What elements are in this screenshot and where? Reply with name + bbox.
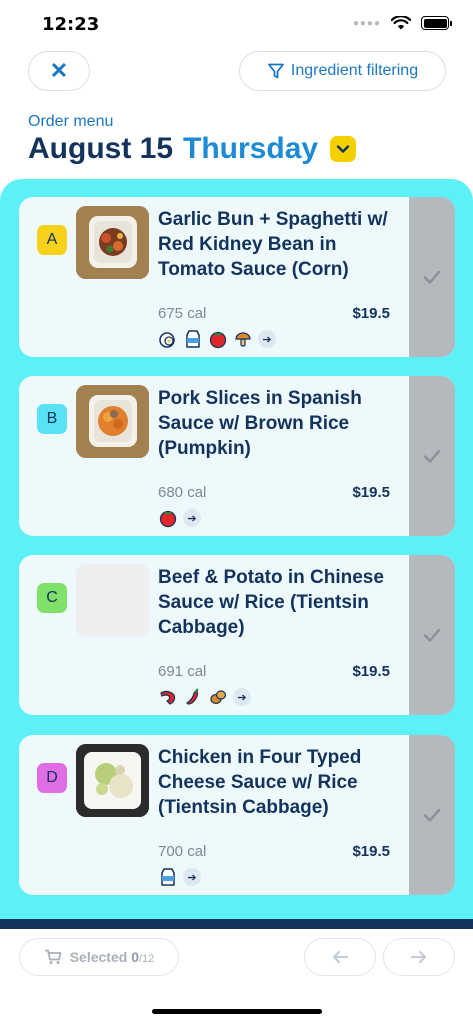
checkmark-icon bbox=[423, 808, 441, 822]
battery-icon bbox=[421, 16, 452, 30]
day-dropdown-button[interactable] bbox=[330, 136, 357, 162]
egg-icon bbox=[158, 329, 178, 349]
day-text: Thursday bbox=[183, 132, 319, 165]
ingredient-filter-button[interactable]: Ingredient filtering bbox=[239, 51, 446, 91]
date-heading: August 15 Thursday bbox=[28, 132, 357, 166]
dish-calories: 700 cal bbox=[158, 843, 207, 860]
dish-title: Beef & Potato in Chinese Sauce w/ Rice (… bbox=[158, 567, 384, 638]
menu-card-a[interactable]: A Garlic Bun + Spaghetti w/ Red Kidney B… bbox=[19, 197, 455, 357]
close-button[interactable]: ✕ bbox=[28, 51, 90, 91]
more-ingredients-button[interactable]: ➔ bbox=[183, 509, 201, 527]
arrow-right-icon bbox=[410, 950, 427, 964]
checkmark-icon bbox=[423, 628, 441, 642]
selected-count: 0 bbox=[131, 949, 139, 965]
bottom-bar: Selected 0/12 bbox=[0, 929, 473, 1024]
dish-calories: 691 cal bbox=[158, 663, 207, 680]
panel-divider bbox=[0, 919, 473, 929]
selected-total: /12 bbox=[138, 953, 155, 965]
ingredient-icons: ➔ bbox=[158, 508, 201, 528]
milk-icon bbox=[183, 329, 203, 349]
dish-photo bbox=[76, 385, 149, 458]
signal-icon: ●●●● bbox=[352, 17, 381, 29]
menu-card-d[interactable]: D Chicken in Four Typed Cheese Sauce w/ … bbox=[19, 735, 455, 895]
shrimp-icon bbox=[158, 687, 178, 707]
ingredient-icons: ➔ bbox=[158, 687, 251, 707]
selected-label: Selected bbox=[69, 949, 128, 965]
nuts-icon bbox=[208, 687, 228, 707]
dish-title: Pork Slices in Spanish Sauce w/ Brown Ri… bbox=[158, 388, 362, 459]
dish-title: Chicken in Four Typed Cheese Sauce w/ Ri… bbox=[158, 747, 362, 818]
filter-label: Ingredient filtering bbox=[290, 62, 419, 79]
chili-icon bbox=[183, 687, 203, 707]
select-dish-toggle[interactable] bbox=[409, 197, 455, 357]
dish-price: $19.5 bbox=[352, 843, 390, 860]
next-button[interactable] bbox=[383, 938, 455, 976]
selected-cart-button[interactable]: Selected 0/12 bbox=[19, 938, 179, 976]
menu-card-b[interactable]: B Pork Slices in Spanish Sauce w/ Brown … bbox=[19, 376, 455, 536]
date-text: August 15 bbox=[28, 132, 174, 165]
dish-price: $19.5 bbox=[352, 305, 390, 322]
close-icon: ✕ bbox=[49, 58, 69, 83]
menu-letter-badge: B bbox=[37, 404, 67, 434]
filter-icon bbox=[268, 63, 284, 79]
order-menu-label: Order menu bbox=[28, 113, 114, 130]
mushroom-icon bbox=[233, 329, 253, 349]
milk-icon bbox=[158, 867, 178, 887]
menu-letter-badge: C bbox=[37, 583, 67, 613]
select-dish-toggle[interactable] bbox=[409, 376, 455, 536]
checkmark-icon bbox=[423, 449, 441, 463]
tomato-icon bbox=[158, 508, 178, 528]
dish-price: $19.5 bbox=[352, 484, 390, 501]
more-ingredients-button[interactable]: ➔ bbox=[233, 688, 251, 706]
tomato-icon bbox=[208, 329, 228, 349]
wifi-icon bbox=[391, 16, 411, 30]
dish-photo bbox=[76, 206, 149, 279]
status-time: 12:23 bbox=[42, 14, 100, 35]
select-dish-toggle[interactable] bbox=[409, 555, 455, 715]
previous-button[interactable] bbox=[304, 938, 376, 976]
dish-title: Garlic Bun + Spaghetti w/ Red Kidney Bea… bbox=[158, 209, 388, 280]
ingredient-icons: ➔ bbox=[158, 867, 201, 887]
menu-card-c[interactable]: C Beef & Potato in Chinese Sauce w/ Rice… bbox=[19, 555, 455, 715]
chevron-down-icon bbox=[336, 145, 350, 153]
cart-icon bbox=[44, 949, 62, 964]
dish-price: $19.5 bbox=[352, 663, 390, 680]
dish-photo bbox=[76, 744, 149, 817]
dish-calories: 680 cal bbox=[158, 484, 207, 501]
more-ingredients-button[interactable]: ➔ bbox=[183, 868, 201, 886]
dish-calories: 675 cal bbox=[158, 305, 207, 322]
menu-letter-badge: D bbox=[37, 763, 67, 793]
status-icons: ●●●● bbox=[352, 16, 452, 30]
status-bar: 12:23 ●●●● bbox=[0, 0, 473, 50]
checkmark-icon bbox=[423, 270, 441, 284]
ingredient-icons: ➔ bbox=[158, 329, 276, 349]
dish-photo-placeholder bbox=[76, 564, 149, 637]
home-indicator bbox=[152, 1009, 322, 1014]
more-ingredients-button[interactable]: ➔ bbox=[258, 330, 276, 348]
arrow-left-icon bbox=[332, 950, 349, 964]
select-dish-toggle[interactable] bbox=[409, 735, 455, 895]
menu-letter-badge: A bbox=[37, 225, 67, 255]
